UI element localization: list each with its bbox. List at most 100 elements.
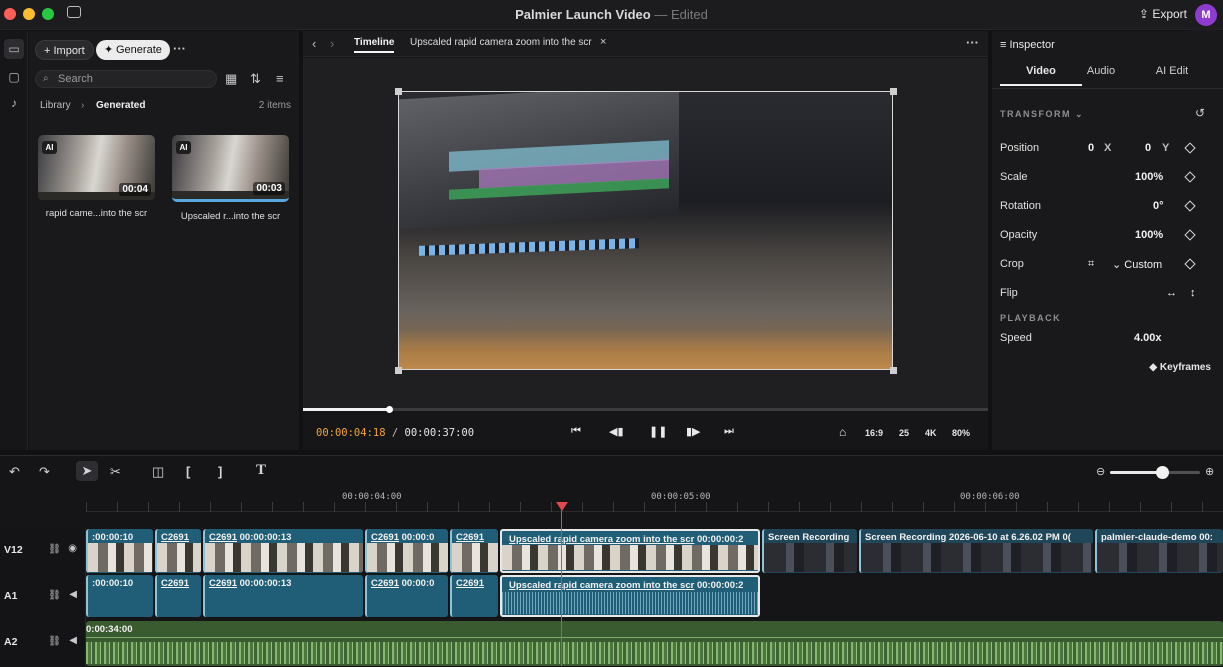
crop-icon[interactable]: ⌗ (1088, 258, 1094, 271)
tab-clip[interactable]: Upscaled rapid camera zoom into the scr (410, 37, 592, 48)
tab-timeline[interactable]: Timeline (354, 37, 395, 53)
keyframe-icon[interactable] (1184, 229, 1196, 241)
video-clip[interactable]: Screen Recording (762, 529, 857, 573)
aspect-ratio-option[interactable]: 16:9 (865, 428, 883, 438)
breadcrumb-generated[interactable]: Generated (96, 100, 145, 111)
playhead[interactable] (561, 505, 562, 666)
resize-handle[interactable] (395, 367, 402, 374)
video-frame[interactable] (398, 91, 893, 370)
time-ruler[interactable]: 00:00:04:00 00:00:05:00 00:00:06:00 (86, 484, 1223, 512)
skip-to-start-icon[interactable]: ⏮︎ (571, 425, 581, 438)
mark-in-icon[interactable]: [ (186, 464, 190, 479)
split-view-icon[interactable]: ◫ (152, 464, 164, 480)
audio-clip[interactable]: C2691 (450, 575, 498, 617)
resize-handle[interactable] (395, 88, 402, 95)
step-forward-icon[interactable]: ▮▶︎ (686, 425, 701, 438)
sort-icon[interactable]: ⇅ (250, 71, 261, 87)
link-icon[interactable]: ⛓ (48, 636, 61, 647)
forward-icon[interactable]: › (330, 36, 334, 51)
grid-view-icon[interactable]: ▦ (225, 71, 237, 87)
crop-dropdown[interactable]: ⌄ Custom (1112, 258, 1162, 271)
video-clip[interactable]: palmier-claude-demo 00: (1095, 529, 1223, 573)
transform-section[interactable]: TRANSFORM ⌄ (1000, 109, 1084, 120)
undo-icon[interactable]: ↶ (9, 464, 20, 480)
more-options-icon[interactable]: ··· (173, 41, 186, 56)
scrub-handle[interactable] (386, 406, 394, 413)
skip-to-end-icon[interactable]: ⏭︎ (724, 425, 734, 438)
reset-icon[interactable]: ↺ (1195, 106, 1205, 120)
speed-field[interactable]: 4.00x (1134, 332, 1162, 344)
music-note-icon[interactable]: ♪ (4, 93, 24, 113)
tab-audio[interactable]: Audio (1076, 62, 1126, 80)
video-clip[interactable]: C2691 (450, 529, 498, 573)
audio-clip[interactable]: C2691 (155, 575, 201, 617)
opacity-field[interactable]: 100% (1135, 229, 1163, 241)
step-back-icon[interactable]: ◀︎▮ (609, 425, 624, 438)
position-x-field[interactable]: 0 (1088, 142, 1094, 154)
select-tool-icon[interactable]: ➤ (76, 461, 98, 481)
search-input[interactable]: ⌕ Search (35, 70, 217, 88)
viewer-panel: ‹ › Timeline Upscaled rapid camera zoom … (303, 31, 988, 450)
back-icon[interactable]: ‹ (312, 36, 316, 51)
flip-horizontal-icon[interactable]: ↔ (1166, 287, 1177, 299)
speaker-icon[interactable]: ◀︎ (69, 635, 77, 646)
preview-canvas[interactable] (303, 58, 988, 408)
position-y-field[interactable]: 0 (1145, 142, 1151, 154)
filter-icon[interactable]: ≡ (276, 71, 284, 86)
video-clip[interactable]: :00:00:10 (86, 529, 153, 573)
speaker-icon[interactable]: ◀︎ (69, 589, 77, 600)
zoom-slider-handle[interactable] (1156, 466, 1170, 479)
zoom-slider[interactable] (1110, 466, 1200, 479)
tab-ai-edit[interactable]: AI Edit (1147, 62, 1197, 80)
video-clip[interactable]: C2691 00:00:00:13 (203, 529, 363, 573)
export-button[interactable]: ⇪ Export (1139, 7, 1187, 21)
video-clip[interactable]: C2691 (155, 529, 201, 573)
keyframe-icon[interactable] (1184, 200, 1196, 212)
search-icon: ⌕ (43, 73, 49, 84)
resize-handle[interactable] (890, 367, 897, 374)
zoom-option[interactable]: 80% (952, 428, 970, 438)
resize-handle[interactable] (890, 88, 897, 95)
keyframe-icon[interactable] (1184, 171, 1196, 183)
audio-clip[interactable]: C2691 00:00:0 (365, 575, 448, 617)
folder-icon[interactable]: ▭ (4, 39, 24, 59)
playhead-marker[interactable] (556, 502, 568, 511)
pause-icon[interactable]: ❚❚ (649, 425, 667, 438)
text-tool-icon[interactable]: T (256, 462, 266, 479)
keyframe-icon[interactable] (1184, 258, 1196, 270)
media-item[interactable]: AI 00:04 (38, 135, 155, 200)
mark-out-icon[interactable]: ] (218, 464, 222, 479)
video-clip[interactable]: C2691 00:00:0 (365, 529, 448, 573)
link-icon[interactable]: ⛓ (48, 590, 61, 601)
more-options-icon[interactable]: ··· (966, 35, 979, 50)
zoom-in-icon[interactable]: ⊕ (1205, 465, 1214, 478)
audio-clip[interactable]: :00:00:10 (86, 575, 153, 617)
redo-icon[interactable]: ↷ (39, 464, 50, 480)
audio-clip[interactable]: 0:00:34:00 (86, 621, 1223, 666)
audio-clip[interactable]: C2691 00:00:00:13 (203, 575, 363, 617)
import-button[interactable]: + Import (35, 40, 94, 60)
camera-icon[interactable]: ⌂ (839, 425, 846, 439)
video-clip-selected[interactable]: Upscaled rapid camera zoom into the scr … (500, 529, 760, 573)
keyframe-icon[interactable] (1184, 142, 1196, 154)
video-clip[interactable]: Screen Recording 2026-06-10 at 6.26.02 P… (859, 529, 1093, 573)
chat-icon[interactable]: ▢ (4, 67, 24, 87)
scissors-icon[interactable]: ✂ (110, 464, 121, 480)
frame-rate-option[interactable]: 25 (899, 428, 909, 438)
scrub-bar[interactable] (303, 406, 988, 413)
close-tab-icon[interactable]: × (600, 36, 606, 48)
scale-field[interactable]: 100% (1135, 171, 1163, 183)
breadcrumb-library[interactable]: Library (40, 100, 71, 111)
link-icon[interactable]: ⛓ (48, 544, 61, 555)
eye-icon[interactable]: ◉ (68, 543, 77, 554)
media-item[interactable]: AI 00:03 (172, 135, 289, 202)
resolution-option[interactable]: 4K (925, 428, 937, 438)
flip-vertical-icon[interactable]: ↕ (1190, 287, 1196, 299)
zoom-out-icon[interactable]: ⊖ (1096, 465, 1105, 478)
rotation-field[interactable]: 0° (1153, 200, 1164, 212)
tab-video[interactable]: Video (1000, 62, 1082, 86)
generate-button[interactable]: ✦ Generate (96, 40, 170, 60)
audio-clip-selected[interactable]: Upscaled rapid camera zoom into the scr … (500, 575, 760, 617)
avatar[interactable]: M (1195, 4, 1217, 26)
keyframes-button[interactable]: ◆ Keyframes (1149, 362, 1211, 373)
